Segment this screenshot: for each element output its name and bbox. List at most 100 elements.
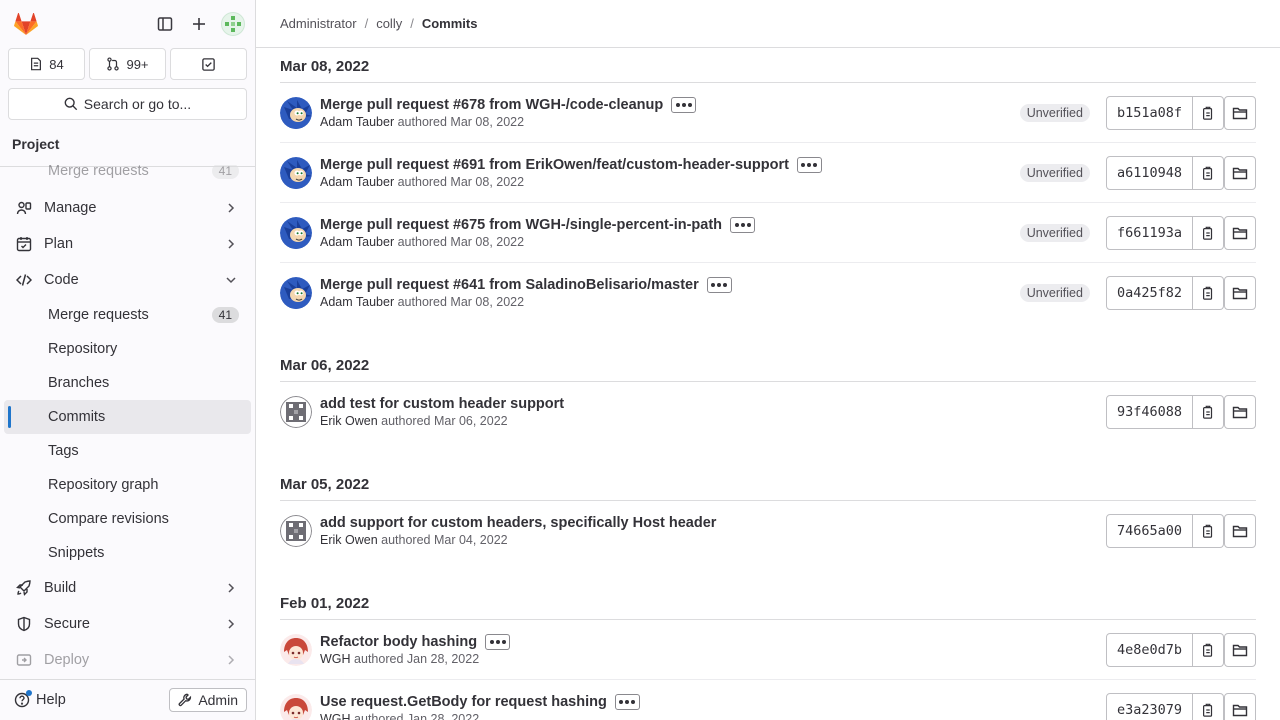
signature-badge[interactable]: Unverified [1019,163,1090,182]
copy-sha-button[interactable] [1193,155,1224,190]
breadcrumb-separator: / [364,16,369,31]
breadcrumb-current[interactable]: Commits [422,16,478,31]
author-avatar[interactable] [280,216,312,249]
commit-sha-link[interactable]: 74665a00 [1105,514,1193,548]
sidebar-item-branches[interactable]: Branches [4,366,251,400]
gitlab-logo-icon[interactable] [10,8,42,40]
commit-title-link[interactable]: add test for custom header support [320,396,564,412]
merge-requests-counter[interactable]: 99+ [89,48,166,80]
commit-author-link[interactable]: Adam Tauber [320,115,394,129]
user-avatar[interactable] [221,12,245,36]
commit-sha-link[interactable]: 4e8e0d7b [1105,632,1193,667]
commit-sha-link[interactable]: 93f46088 [1105,395,1193,429]
commit-sha-link[interactable]: b151a08f [1105,95,1193,130]
chevron-right-icon [223,580,239,596]
commit-sha-group: b151a08f [1105,95,1224,130]
sidebar-item-repository[interactable]: Repository [4,332,251,366]
sidebar-item-merge-requests[interactable]: Merge requests 41 [4,298,251,332]
browse-files-button[interactable] [1224,95,1256,130]
shield-icon [16,616,32,632]
copy-sha-button[interactable] [1193,395,1224,429]
commit-author-link[interactable]: Erik Owen [320,414,378,428]
expand-description-button[interactable] [614,694,640,710]
signature-badge[interactable]: Unverified [1019,223,1090,242]
sidebar-item-secure[interactable]: Secure [0,606,255,642]
commit-title-link[interactable]: Use request.GetBody for request hashing [320,694,607,710]
signature-badge[interactable]: Unverified [1019,284,1090,302]
author-avatar[interactable] [280,96,312,129]
sidebar-item-snippets[interactable]: Snippets [4,536,251,570]
expand-description-button[interactable] [796,156,822,173]
help-button[interactable]: Help [8,690,66,708]
sidebar-item-commits[interactable]: Commits [4,400,251,434]
todos-counter[interactable] [170,48,247,80]
issues-counter[interactable]: 84 [8,48,85,80]
expand-description-button[interactable] [671,96,697,113]
copy-sha-button[interactable] [1193,693,1224,720]
counters: 84 99+ [0,48,255,80]
sidebar-item-deploy[interactable]: Deploy [0,642,255,678]
author-avatar[interactable] [280,156,312,189]
signature-badge[interactable]: Unverified [1019,103,1090,122]
browse-files-button[interactable] [1224,632,1256,667]
author-avatar[interactable] [280,633,312,666]
expand-description-button[interactable] [485,633,511,650]
expand-description-button[interactable] [706,277,732,293]
search-button[interactable]: Search or go to... [8,88,247,120]
main-content: Administrator / colly / Commits Mar 08, … [256,0,1280,720]
breadcrumb: Administrator / colly / Commits [256,0,1280,48]
commit-title-link[interactable]: Merge pull request #691 from ErikOwen/fe… [320,157,789,173]
breadcrumb-administrator[interactable]: Administrator [280,16,357,31]
author-avatar[interactable] [280,277,312,309]
copy-sha-button[interactable] [1193,514,1224,548]
sidebar-toggle-icon[interactable] [149,8,181,40]
commit-author-link[interactable]: WGH [320,652,351,666]
commit-sha-link[interactable]: f661193a [1105,215,1193,250]
commit-day-header: Mar 05, 2022 [280,466,1256,501]
commit-author-link[interactable]: WGH [320,712,351,720]
merge-requests-count: 99+ [126,56,149,72]
sidebar-item-build[interactable]: Build [0,570,255,606]
author-avatar[interactable] [280,515,312,547]
commit-author-link[interactable]: Adam Tauber [320,295,394,309]
copy-sha-button[interactable] [1193,95,1224,130]
commit-title-link[interactable]: Merge pull request #641 from SaladinoBel… [320,277,699,293]
sidebar-item-manage[interactable]: Manage [0,190,255,226]
sidebar-item-tags[interactable]: Tags [4,434,251,468]
commit-sha-link[interactable]: e3a23079 [1105,693,1193,720]
sidebar-item-code[interactable]: Code [0,262,255,298]
commit-sha-link[interactable]: a6110948 [1105,155,1193,190]
sidebar-item-merge-requests-faded[interactable]: Merge requests 41 [4,165,251,188]
sidebar-item-repository-graph[interactable]: Repository graph [4,468,251,502]
browse-files-button[interactable] [1224,276,1256,310]
browse-files-button[interactable] [1224,514,1256,548]
commit-author-link[interactable]: Erik Owen [320,533,378,547]
copy-sha-button[interactable] [1193,632,1224,667]
admin-button[interactable]: Admin [169,688,247,712]
commit-authored-date: authored Mar 06, 2022 [381,414,508,428]
sidebar-item-plan[interactable]: Plan [0,226,255,262]
commit-info: add test for custom header support Erik … [320,396,1106,428]
commit-title-link[interactable]: add support for custom headers, specific… [320,515,716,531]
copy-sha-button[interactable] [1193,215,1224,250]
plus-icon[interactable] [183,8,215,40]
sidebar-item-compare-revisions[interactable]: Compare revisions [4,502,251,536]
todo-icon [202,57,215,71]
commit-day-group: Mar 08, 2022 Merge pull request #678 fro… [280,48,1256,323]
expand-description-button[interactable] [730,216,756,233]
author-avatar[interactable] [280,396,312,428]
commit-sha-link[interactable]: 0a425f82 [1105,276,1193,310]
copy-sha-button[interactable] [1193,276,1224,310]
author-avatar[interactable] [280,694,312,720]
commit-author-link[interactable]: Adam Tauber [320,235,394,249]
breadcrumb-project[interactable]: colly [376,16,402,31]
commit-title-link[interactable]: Merge pull request #678 from WGH-/code-c… [320,97,663,113]
commit-author-link[interactable]: Adam Tauber [320,175,394,189]
commit-meta: Adam Tauber authored Mar 08, 2022 [320,115,1020,129]
browse-files-button[interactable] [1224,395,1256,429]
commit-title-link[interactable]: Refactor body hashing [320,634,477,650]
commit-title-link[interactable]: Merge pull request #675 from WGH-/single… [320,217,722,233]
browse-files-button[interactable] [1224,215,1256,250]
browse-files-button[interactable] [1224,155,1256,190]
browse-files-button[interactable] [1224,693,1256,720]
